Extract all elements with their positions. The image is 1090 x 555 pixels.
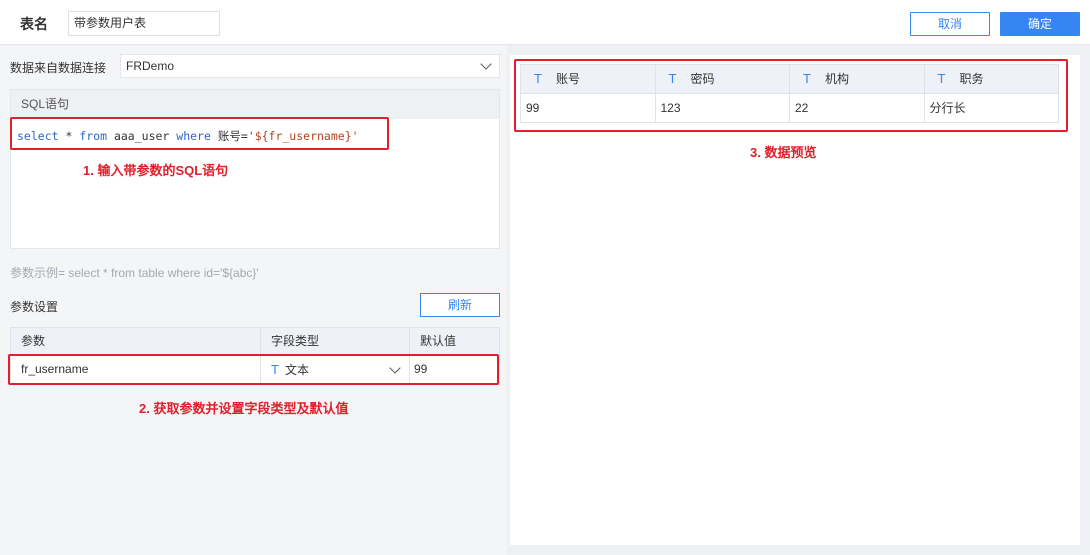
chevron-down-icon [480,58,492,70]
params-table-header: 参数 字段类型 默认值 [11,328,499,355]
sql-editor-title: SQL语句 [11,90,499,119]
confirm-button[interactable]: 确定 [1000,12,1080,36]
params-label: 参数设置 [10,300,59,314]
col-header-param: 参数 [11,328,261,354]
params-table: 参数 字段类型 默认值 fr_username T 文本 99 [8,327,500,385]
annotation-step3: 3. 数据预览 [750,145,817,160]
sql-hint: 参数示例= select * from table where id='${ab… [10,266,259,280]
refresh-button[interactable]: 刷新 [420,293,500,317]
annotation-step2: 2. 获取参数并设置字段类型及默认值 [139,401,349,416]
table-name-input[interactable]: 带参数用户表 [68,11,220,36]
table-name-label: 表名 [20,16,48,32]
header-bar: 表名 带参数用户表 取消 确定 [0,0,1090,45]
annotation-step1: 1. 输入带参数的SQL语句 [83,163,229,178]
col-header-default: 默认值 [420,334,457,348]
connection-select-value: FRDemo [126,59,175,73]
col-header-type: 字段类型 [261,328,410,354]
sql-highlight-box [10,117,389,150]
params-highlight-box [8,354,499,385]
connection-label: 数据来自数据连接 [10,61,107,75]
cancel-button[interactable]: 取消 [910,12,990,36]
connection-select[interactable]: FRDemo [120,54,500,78]
left-panel: 数据来自数据连接 FRDemo SQL语句 select * from aaa_… [0,46,507,555]
preview-highlight-box [514,59,1068,132]
preview-panel: T 账号 T 密码 T 机构 T 职务 99 123 22 分行长 3. 数据预览 [510,55,1080,545]
